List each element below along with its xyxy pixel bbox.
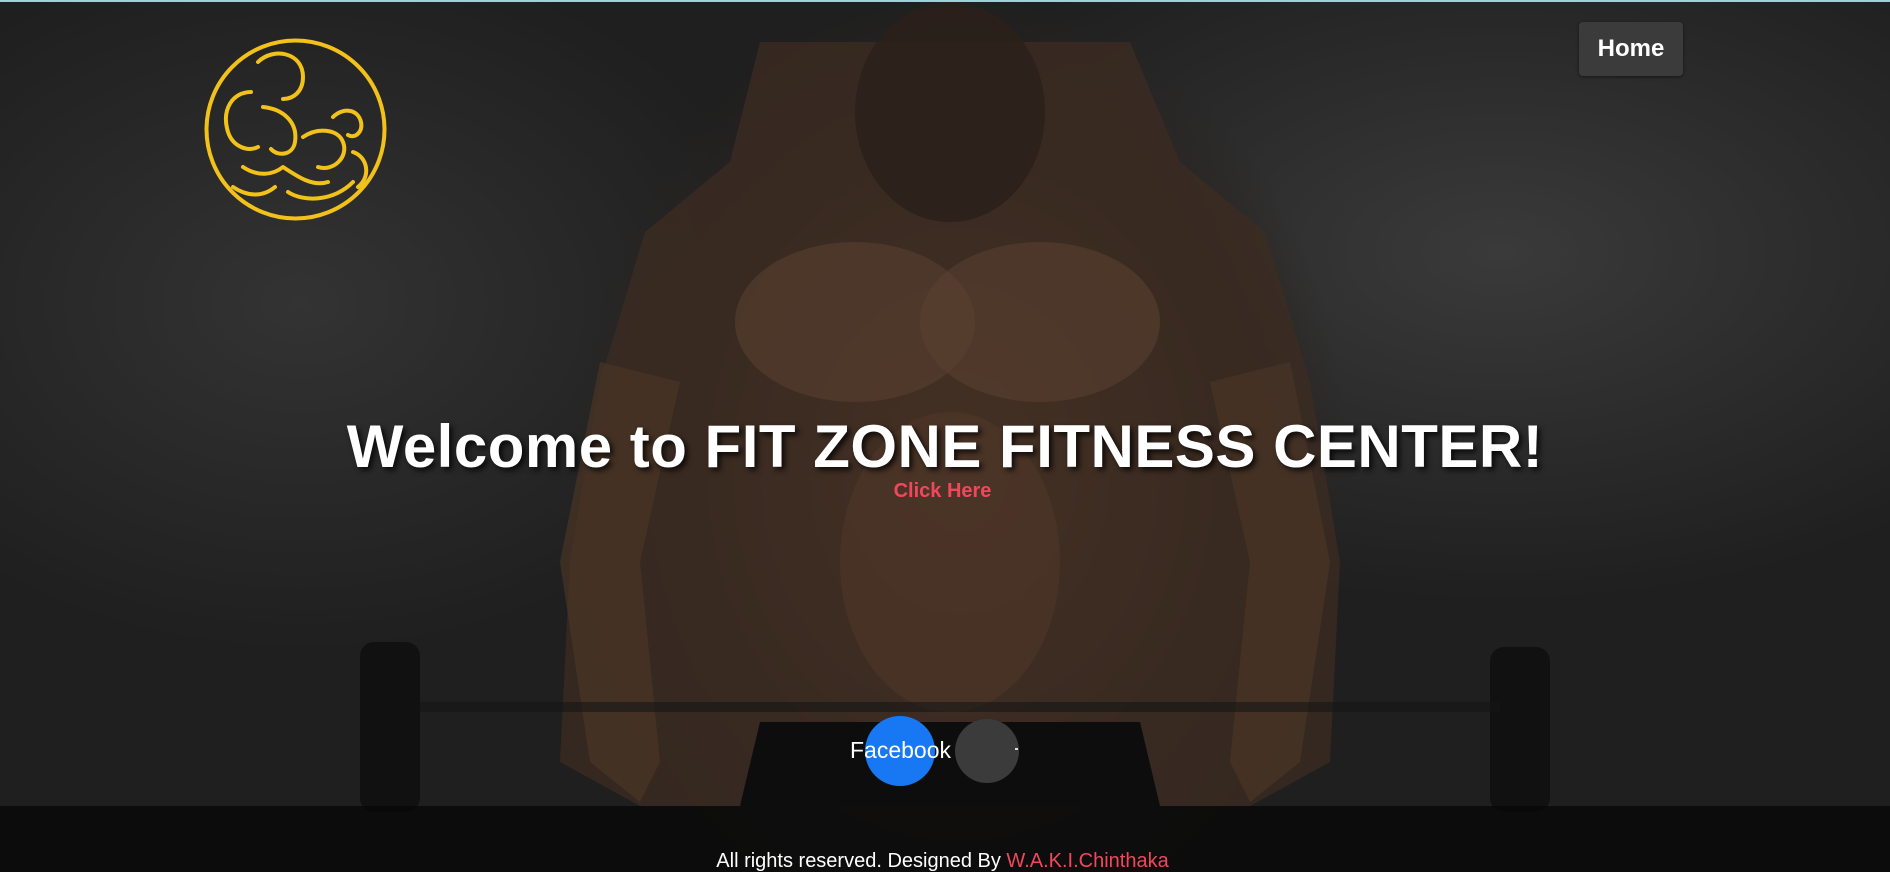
facebook-link[interactable]: Facebook xyxy=(850,737,951,764)
social-icon-glyph xyxy=(1015,748,1018,750)
hero-title: Welcome to FIT ZONE FITNESS CENTER! xyxy=(346,413,1544,480)
bodybuilder-emblem-icon xyxy=(204,38,387,221)
footer-copyright: All rights reserved. Designed By xyxy=(716,850,1001,872)
social-icon[interactable] xyxy=(955,719,1019,783)
click-here-link[interactable]: Click Here xyxy=(0,480,1885,503)
footer-text: All rights reserved. Designed By W.A.K.I… xyxy=(0,849,1885,872)
landing-page: Home Welcome to FIT ZONE FITNESS CENTER!… xyxy=(0,0,1890,872)
logo[interactable] xyxy=(203,37,388,222)
nav-home-button[interactable]: Home xyxy=(1579,22,1683,76)
footer-author-link[interactable]: W.A.K.I.Chinthaka xyxy=(1006,850,1168,872)
